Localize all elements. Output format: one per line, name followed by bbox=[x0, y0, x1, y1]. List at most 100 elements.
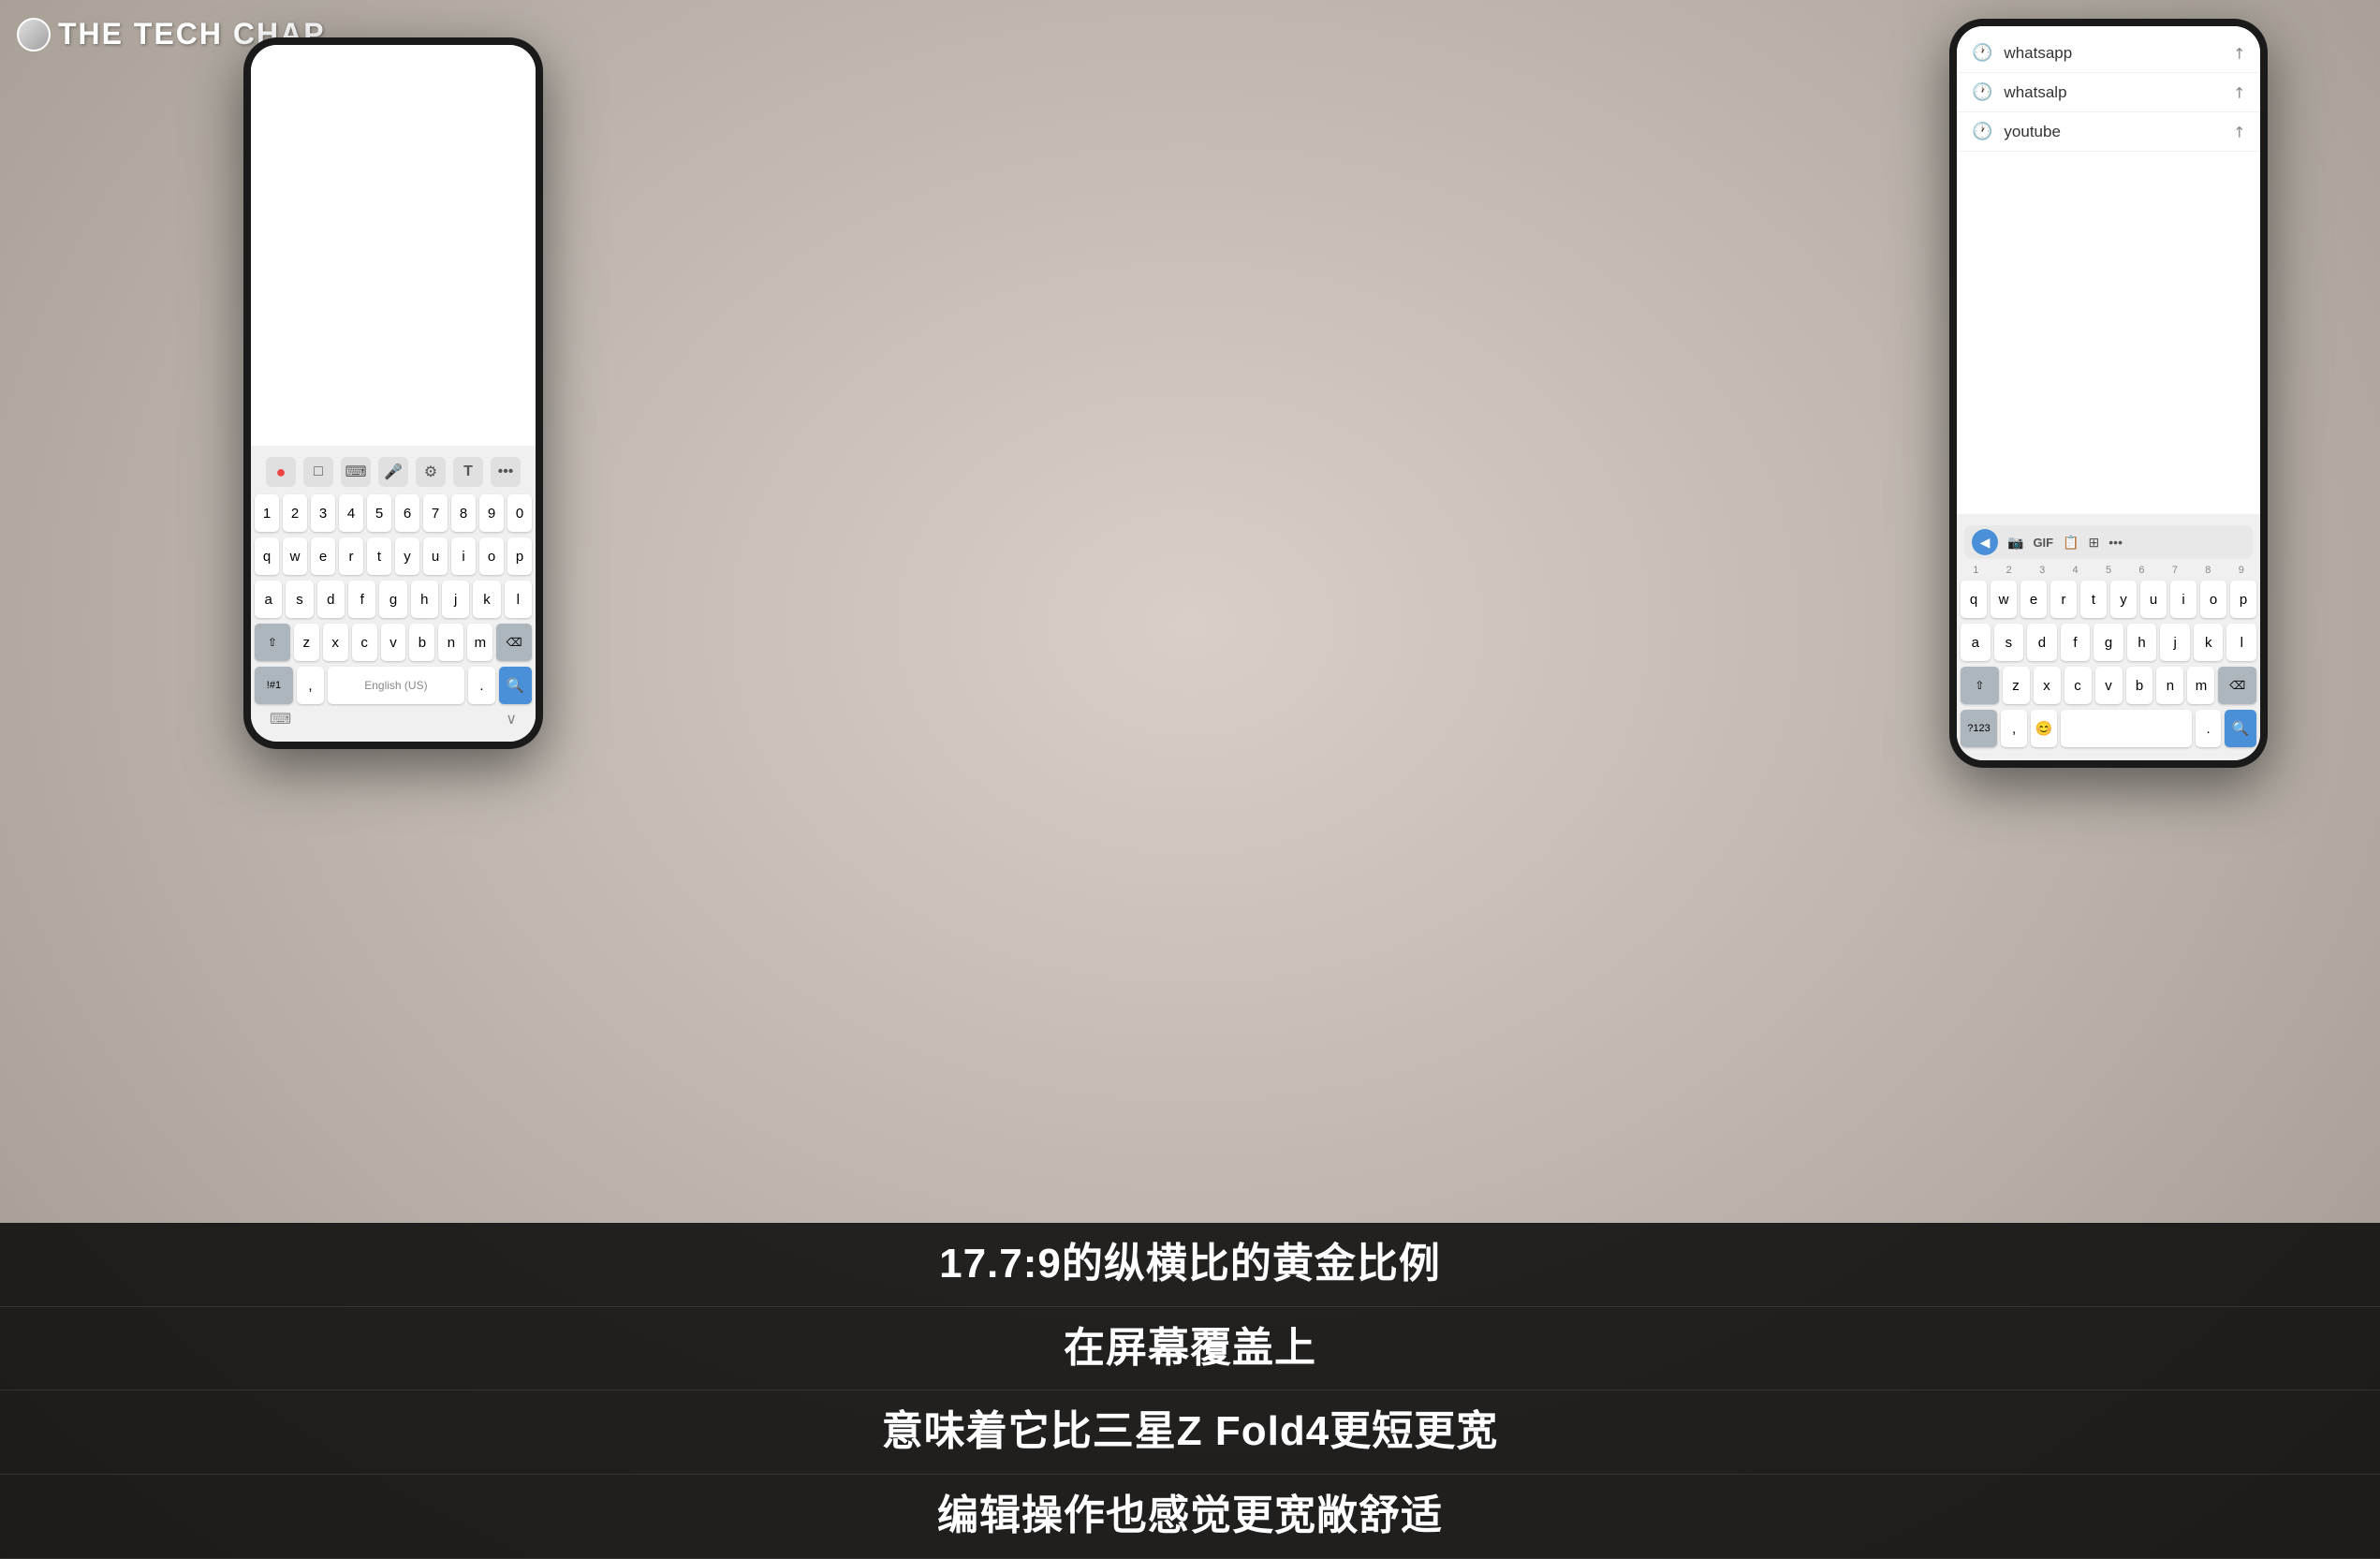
key-d[interactable]: d bbox=[317, 581, 345, 618]
camera-btn-right[interactable]: 📷 bbox=[2007, 535, 2023, 551]
key-c[interactable]: c bbox=[352, 624, 377, 661]
comma-key-right[interactable]: , bbox=[2001, 710, 2027, 747]
subtitle-bar-4: 编辑操作也感觉更宽敞舒适 bbox=[0, 1475, 2380, 1559]
suggestion-youtube[interactable]: 🕐 youtube ↗ bbox=[1957, 112, 2260, 152]
key-o-right[interactable]: o bbox=[2200, 581, 2226, 618]
key-p-right[interactable]: p bbox=[2230, 581, 2256, 618]
key-h[interactable]: h bbox=[411, 581, 438, 618]
key-j-right[interactable]: j bbox=[2160, 624, 2190, 661]
key-w-right[interactable]: w bbox=[1991, 581, 2017, 618]
key-l-right[interactable]: l bbox=[2226, 624, 2256, 661]
suggestion-text-whatsalp: whatsalp bbox=[2004, 83, 2221, 102]
key-4[interactable]: 4 bbox=[339, 494, 363, 532]
backspace-key-right[interactable]: ⌫ bbox=[2218, 667, 2256, 704]
mic-btn-left[interactable]: 🎤 bbox=[378, 457, 408, 487]
symbols-key-left[interactable]: !#1 bbox=[255, 667, 293, 704]
key-i-right[interactable]: i bbox=[2170, 581, 2196, 618]
key-j[interactable]: j bbox=[442, 581, 469, 618]
key-s-right[interactable]: s bbox=[1994, 624, 2024, 661]
key-n-right[interactable]: n bbox=[2156, 667, 2183, 704]
settings-btn-left[interactable]: ⚙ bbox=[416, 457, 446, 487]
format-btn-left[interactable]: T bbox=[453, 457, 483, 487]
keyboard-icon-left[interactable]: ⌨ bbox=[270, 710, 291, 728]
key-0[interactable]: 0 bbox=[507, 494, 532, 532]
emoji-btn-left[interactable]: ● bbox=[266, 457, 296, 487]
key-m[interactable]: m bbox=[467, 624, 492, 661]
period-key-right[interactable]: . bbox=[2196, 710, 2222, 747]
key-u[interactable]: u bbox=[423, 537, 448, 575]
key-e-right[interactable]: e bbox=[2020, 581, 2047, 618]
clipboard-btn-right[interactable]: 📋 bbox=[2063, 535, 2079, 551]
key-2[interactable]: 2 bbox=[283, 494, 307, 532]
key-a[interactable]: a bbox=[255, 581, 282, 618]
more-btn-left[interactable]: ••• bbox=[491, 457, 521, 487]
key-g[interactable]: g bbox=[379, 581, 406, 618]
key-p[interactable]: p bbox=[507, 537, 532, 575]
collapse-icon-left[interactable]: ∨ bbox=[506, 710, 517, 728]
key-q[interactable]: q bbox=[255, 537, 279, 575]
key-i[interactable]: i bbox=[451, 537, 476, 575]
symbols-key-right[interactable]: ?123 bbox=[1961, 710, 1997, 747]
key-m-right[interactable]: m bbox=[2187, 667, 2214, 704]
key-k-right[interactable]: k bbox=[2194, 624, 2224, 661]
suggestion-whatsapp[interactable]: 🕐 whatsapp ↗ bbox=[1957, 34, 2260, 73]
subtitle-bar-1: 17.7:9的纵横比的黄金比例 bbox=[0, 1223, 2380, 1307]
key-x-right[interactable]: x bbox=[2034, 667, 2061, 704]
key-9[interactable]: 9 bbox=[479, 494, 504, 532]
key-v[interactable]: v bbox=[381, 624, 406, 661]
key-y-right[interactable]: y bbox=[2110, 581, 2137, 618]
space-key-left[interactable]: English (US) bbox=[328, 667, 464, 704]
key-s[interactable]: s bbox=[286, 581, 313, 618]
key-5[interactable]: 5 bbox=[367, 494, 391, 532]
key-n[interactable]: n bbox=[438, 624, 463, 661]
search-key-right[interactable]: 🔍 bbox=[2225, 710, 2256, 747]
comma-key-left[interactable]: , bbox=[297, 667, 324, 704]
zxcv-row-right: ⇧ z x c v b n m ⌫ bbox=[1961, 667, 2256, 704]
keyboard-type-btn-left[interactable]: ⌨ bbox=[341, 457, 371, 487]
key-e[interactable]: e bbox=[311, 537, 335, 575]
backspace-key-left[interactable]: ⌫ bbox=[496, 624, 532, 661]
shift-key-left[interactable]: ⇧ bbox=[255, 624, 290, 661]
key-f[interactable]: f bbox=[348, 581, 375, 618]
subtitle-text-4: 编辑操作也感觉更宽敞舒适 bbox=[937, 1493, 1443, 1538]
space-key-right[interactable] bbox=[2061, 710, 2192, 747]
key-x[interactable]: x bbox=[323, 624, 348, 661]
key-1[interactable]: 1 bbox=[255, 494, 279, 532]
search-key-left[interactable]: 🔍 bbox=[499, 667, 532, 704]
key-3[interactable]: 3 bbox=[311, 494, 335, 532]
key-z[interactable]: z bbox=[294, 624, 319, 661]
back-btn-right[interactable]: ◀ bbox=[1972, 529, 1998, 555]
key-7[interactable]: 7 bbox=[423, 494, 448, 532]
key-f-right[interactable]: f bbox=[2061, 624, 2091, 661]
key-b-right[interactable]: b bbox=[2126, 667, 2153, 704]
key-6[interactable]: 6 bbox=[395, 494, 419, 532]
key-h-right[interactable]: h bbox=[2127, 624, 2157, 661]
shift-key-right[interactable]: ⇧ bbox=[1961, 667, 1999, 704]
key-a-right[interactable]: a bbox=[1961, 624, 1991, 661]
gif-btn-right[interactable]: GIF bbox=[2033, 536, 2053, 550]
key-u-right[interactable]: u bbox=[2140, 581, 2167, 618]
more-btn-right[interactable]: ••• bbox=[2108, 535, 2123, 550]
key-g-right[interactable]: g bbox=[2094, 624, 2123, 661]
key-v-right[interactable]: v bbox=[2095, 667, 2123, 704]
key-y[interactable]: y bbox=[395, 537, 419, 575]
key-r[interactable]: r bbox=[339, 537, 363, 575]
key-d-right[interactable]: d bbox=[2027, 624, 2057, 661]
key-l[interactable]: l bbox=[505, 581, 532, 618]
key-8[interactable]: 8 bbox=[451, 494, 476, 532]
emoji-key-right[interactable]: 😊 bbox=[2031, 710, 2057, 747]
suggestion-whatsalp[interactable]: 🕐 whatsalp ↗ bbox=[1957, 73, 2260, 112]
key-w[interactable]: w bbox=[283, 537, 307, 575]
key-o[interactable]: o bbox=[479, 537, 504, 575]
key-k[interactable]: k bbox=[473, 581, 500, 618]
key-z-right[interactable]: z bbox=[2003, 667, 2030, 704]
key-q-right[interactable]: q bbox=[1961, 581, 1987, 618]
key-r-right[interactable]: r bbox=[2050, 581, 2077, 618]
key-t-right[interactable]: t bbox=[2080, 581, 2107, 618]
key-c-right[interactable]: c bbox=[2064, 667, 2092, 704]
grid-btn-right[interactable]: ⊞ bbox=[2089, 535, 2100, 551]
key-b[interactable]: b bbox=[409, 624, 434, 661]
sticker-btn-left[interactable]: □ bbox=[303, 457, 333, 487]
key-t[interactable]: t bbox=[367, 537, 391, 575]
period-key-left[interactable]: . bbox=[468, 667, 495, 704]
